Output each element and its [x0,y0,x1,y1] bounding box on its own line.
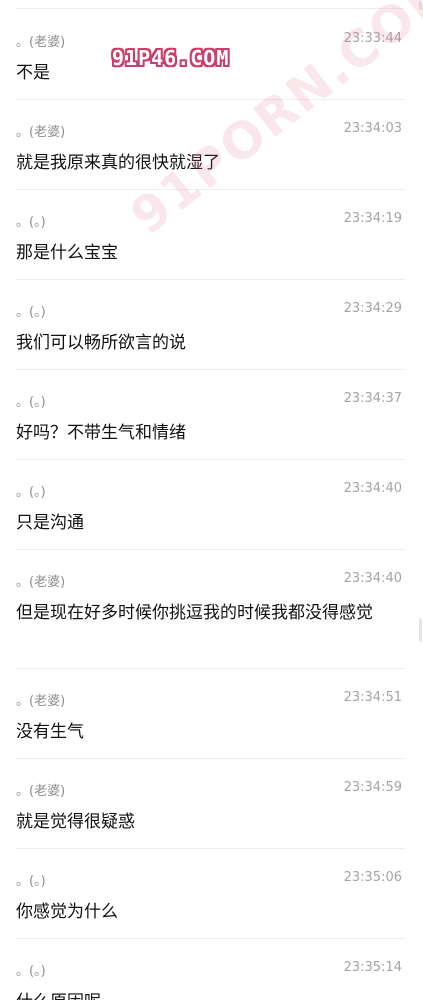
watermark-logo: 91P46.COM [112,46,230,70]
message-time: 23:34:59 [343,780,402,795]
message-time: 23:34:51 [343,690,402,705]
message-sender: 。(老婆) [16,784,66,799]
message-text: 什么原因呢 [16,987,406,1000]
message-time: 23:35:06 [343,870,402,885]
message-sender: 。(老婆) [16,35,66,50]
message-text: 没有生气 [16,722,84,742]
message-sender: 。(老婆) [16,125,66,140]
message-sender: 。(老婆) [16,575,66,590]
scrollbar-thumb[interactable] [419,618,422,642]
message-sender: 。(。) [16,964,46,979]
message-time: 23:34:19 [343,211,402,226]
message-item[interactable]: 。(老婆) 23:34:40 但是现在好多时候你挑逗我的时候我都没得感觉 [0,540,423,669]
message-item[interactable]: 。(。) 23:35:06 你感觉为什么 [0,839,423,938]
message-sender: 。(老婆) [16,694,66,709]
message-time: 23:35:14 [343,960,402,975]
message-item[interactable]: 。(。) 23:35:14 什么原因呢 [0,929,423,1000]
message-item[interactable]: 。(老婆) 23:34:51 没有生气 [0,659,423,758]
message-item[interactable]: 。(老婆) 23:34:59 就是觉得很疑惑 [0,749,423,848]
message-item[interactable]: 。(。) 23:34:40 只是沟通 [0,450,423,549]
message-sender: 。(。) [16,874,46,889]
message-time: 23:34:37 [343,391,402,406]
message-text: 你感觉为什么 [16,902,118,922]
message-time: 23:34:40 [343,481,402,496]
message-item[interactable]: 。(。) 23:34:37 好吗？不带生气和情绪 [0,360,423,459]
message-text: 那是什么宝宝 [16,243,118,263]
message-time: 23:34:03 [343,121,402,136]
message-sender: 。(。) [16,395,46,410]
message-sender: 。(。) [16,215,46,230]
message-text: 就是觉得很疑惑 [16,812,135,832]
chat-history-page: 。(老婆) 23:33:44 不是 。(老婆) 23:34:03 就是我原来真的… [0,0,423,1000]
message-text: 好吗？不带生气和情绪 [16,423,186,443]
message-sender: 。(。) [16,485,46,500]
message-item[interactable]: 。(。) 23:34:29 我们可以畅所欲言的说 [0,270,423,369]
message-text: 但是现在好多时候你挑逗我的时候我都没得感觉 [16,603,373,623]
message-sender: 。(。) [16,305,46,320]
message-text: 只是沟通 [16,513,84,533]
message-text: 我们可以畅所欲言的说 [16,333,186,353]
message-time: 23:34:40 [343,571,402,586]
message-time: 23:34:29 [343,301,402,316]
